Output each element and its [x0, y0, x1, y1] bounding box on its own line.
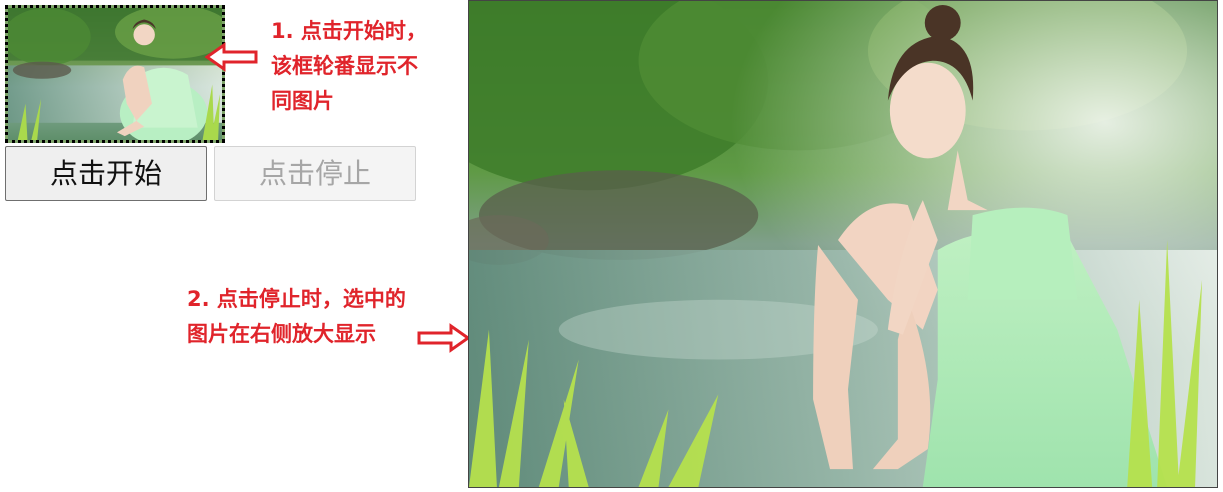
enlarged-photo-image	[469, 1, 1217, 487]
right-arrow-icon	[417, 323, 471, 353]
carousel-thumbnail-image	[8, 8, 222, 140]
enlarged-photo-panel	[468, 0, 1218, 488]
annotation-line: 1. 点击开始时，	[271, 19, 427, 43]
annotation-stop-explanation: 2. 点击停止时，选中的 图片在右侧放大显示	[187, 282, 449, 352]
annotation-line: 同图片	[271, 89, 334, 113]
start-button[interactable]: 点击开始	[5, 146, 207, 201]
annotation-line: 图片在右侧放大显示	[187, 322, 376, 346]
stop-button[interactable]: 点击停止	[214, 146, 416, 201]
annotation-line: 该框轮番显示不	[271, 54, 418, 78]
left-arrow-icon	[204, 42, 258, 72]
annotation-line: 2. 点击停止时，选中的	[187, 287, 406, 311]
annotation-start-explanation: 1. 点击开始时， 该框轮番显示不 同图片	[271, 14, 456, 119]
carousel-thumbnail-frame	[5, 5, 225, 143]
